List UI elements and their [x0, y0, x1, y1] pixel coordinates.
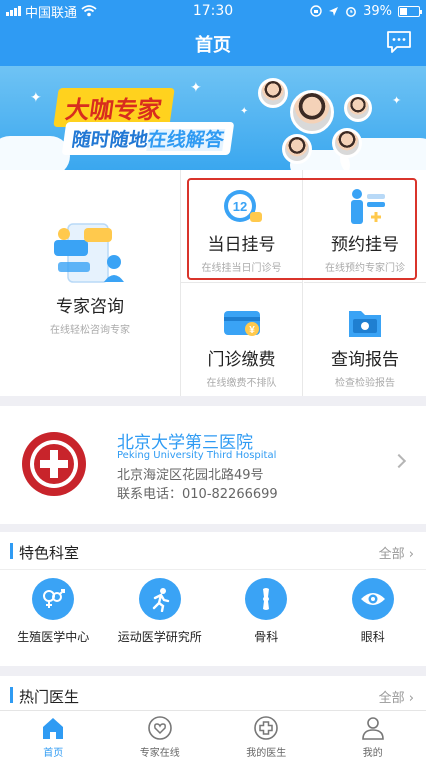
person-icon: [361, 717, 384, 740]
department-item[interactable]: 眼科: [320, 570, 426, 666]
gender-symbols-icon: [32, 578, 75, 620]
clock: 17:30: [192, 3, 234, 19]
wifi-icon: [81, 5, 97, 17]
tab-me[interactable]: 我的: [320, 711, 426, 759]
outpatient-payment-card[interactable]: ¥ 门诊缴费 在线缴费不排队: [181, 283, 303, 396]
home-icon: [43, 718, 64, 739]
running-person-icon: [138, 578, 181, 620]
departments-title: 特色科室: [19, 544, 80, 562]
bottom-tab-bar: 首页 专家在线 我的医生 我的: [0, 710, 426, 759]
departments-header: 特色科室 全部 ›: [0, 532, 426, 570]
svg-text:12: 12: [232, 199, 246, 214]
doctor-avatar: [282, 134, 312, 164]
department-item[interactable]: 骨科: [213, 570, 320, 666]
chevron-right-icon: [391, 453, 407, 469]
same-day-registration-card[interactable]: 12 当日挂号 在线挂当日门诊号: [181, 170, 303, 283]
same-day-subtitle: 在线挂当日门诊号: [201, 263, 282, 274]
doctor-avatar: [344, 94, 372, 122]
battery-percent: 39%: [363, 3, 392, 19]
chat-bubble-icon[interactable]: [386, 30, 412, 54]
consult-icon: [54, 223, 124, 283]
alarm-icon: [346, 7, 357, 17]
battery-icon: [398, 5, 422, 17]
medical-cross-icon: [254, 716, 279, 740]
page-title: 首页: [195, 35, 231, 56]
payment-subtitle: 在线缴费不排队: [206, 378, 277, 389]
carrier-label: 中国联通: [25, 5, 78, 21]
report-subtitle: 检查检验报告: [335, 378, 395, 389]
doctors-more-link[interactable]: 全部 ›: [379, 687, 414, 706]
hospital-logo-icon: [22, 432, 86, 496]
consult-subtitle: 在线轻松咨询专家: [50, 325, 130, 336]
signal-icon: [6, 6, 21, 16]
bone-icon: [245, 578, 288, 620]
clock-calendar-icon: 12: [223, 190, 262, 222]
same-day-title: 当日挂号: [207, 235, 276, 255]
appointment-subtitle: 在线预约专家门诊: [325, 263, 405, 274]
hospital-phone: 联系电话：010-82266699: [117, 487, 278, 502]
doctors-title: 热门医生: [19, 688, 80, 706]
title-bar: 首页: [0, 22, 426, 66]
lock-rotation-icon: [310, 5, 322, 17]
svg-text:¥: ¥: [249, 325, 255, 336]
query-report-card[interactable]: 查询报告 检查检验报告: [304, 283, 426, 396]
promo-banner[interactable]: ✦ ✦ ✦ ✦ 大咖专家 随时随地在线解答: [0, 66, 426, 170]
status-bar: 中国联通 17:30 39%: [0, 0, 426, 22]
tab-my-doctors[interactable]: 我的医生: [213, 711, 320, 759]
report-title: 查询报告: [331, 350, 399, 370]
banner-tagline: 随时随地在线解答: [61, 122, 235, 155]
expert-consult-card[interactable]: 专家咨询 在线轻松咨询专家: [0, 170, 181, 396]
appointment-registration-card[interactable]: 预约挂号 在线预约专家门诊: [304, 170, 426, 283]
hospital-card[interactable]: 北京大学第三医院 Peking University Third Hospita…: [0, 406, 426, 524]
services-grid: 专家咨询 在线轻松咨询专家 12 当日挂号 在线挂当日门诊号 预约挂号 在线预约…: [0, 170, 426, 396]
consult-title: 专家咨询: [56, 297, 124, 317]
hospital-address: 北京海淀区花园北路49号: [117, 468, 264, 483]
app-header: 中国联通 17:30 39% 首页: [0, 0, 426, 66]
report-folder-icon: [349, 311, 381, 337]
departments-more-link[interactable]: 全部 ›: [379, 543, 414, 562]
doctors-header: 热门医生 全部 ›: [0, 676, 426, 714]
hospital-name-en: Peking University Third Hospital: [117, 450, 277, 461]
heart-icon: [147, 716, 172, 740]
location-icon: [329, 6, 339, 16]
appointment-title: 预约挂号: [331, 235, 399, 255]
doctor-avatar: [332, 128, 362, 158]
tab-experts-online[interactable]: 专家在线: [107, 711, 214, 759]
departments-list: 生殖医学中心 运动医学研究所 骨科 眼科: [0, 570, 426, 666]
department-item[interactable]: 运动医学研究所: [107, 570, 214, 666]
payment-card-icon: ¥: [223, 311, 260, 336]
eye-icon: [351, 578, 394, 620]
payment-title: 门诊缴费: [207, 350, 276, 370]
department-item[interactable]: 生殖医学中心: [0, 570, 107, 666]
tab-home[interactable]: 首页: [0, 711, 107, 759]
doctor-appointment-icon: [351, 189, 385, 224]
doctor-avatar: [258, 78, 288, 108]
doctor-avatar: [290, 90, 334, 134]
